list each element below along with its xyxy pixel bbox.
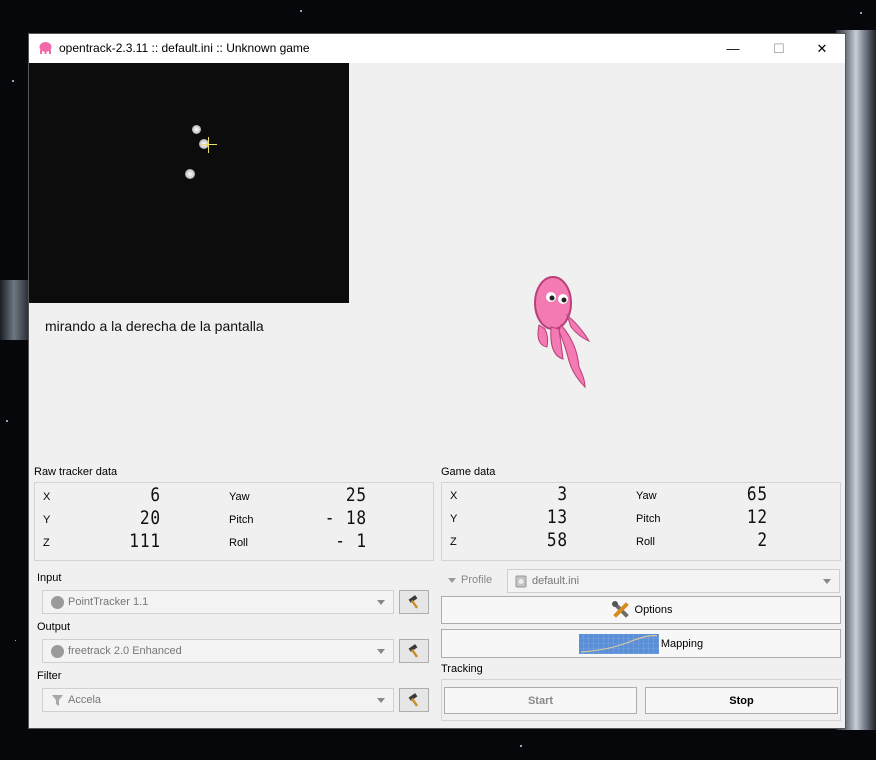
raw-yaw-label: Yaw [229, 491, 250, 503]
raw-roll-label: Roll [229, 537, 248, 549]
freetrack-icon [51, 644, 64, 658]
options-label: Options [634, 604, 673, 616]
game-pitch-label: Pitch [636, 513, 661, 525]
game-yaw-value: 65 [746, 483, 768, 505]
output-label: Output [37, 621, 71, 633]
mapping-curve-icon [578, 633, 659, 654]
minimize-button[interactable]: — [710, 34, 756, 63]
chevron-down-icon [823, 579, 831, 584]
profile-select[interactable]: default.ini [507, 569, 840, 593]
filter-label: Filter [37, 670, 62, 682]
maximize-button[interactable]: ☐ [756, 34, 802, 63]
close-button[interactable]: ✕ [799, 34, 845, 63]
filter-select[interactable]: Accela [42, 688, 394, 712]
camera-preview [29, 63, 349, 303]
input-settings-button[interactable] [399, 590, 429, 614]
output-settings-button[interactable] [399, 639, 429, 663]
output-select[interactable]: freetrack 2.0 Enhanced [42, 639, 394, 663]
options-button[interactable]: Options [441, 596, 841, 624]
mapping-button[interactable]: Mapping [441, 629, 841, 658]
caption-text: mirando a la derecha de la pantalla [45, 318, 264, 334]
game-y-value: 13 [546, 506, 568, 528]
crosshair [208, 137, 209, 153]
pointtracker-icon [51, 595, 64, 609]
mapping-label: Mapping [660, 637, 704, 650]
game-data-label: Game data [441, 466, 496, 478]
raw-y-label: Y [43, 514, 51, 526]
start-button[interactable]: Start [444, 687, 637, 714]
raw-x-value: 6 [150, 484, 161, 506]
tracking-point [192, 125, 201, 134]
game-data-panel: X 3 Y 13 Z 58 Yaw 65 Pitch 12 Roll 2 [441, 482, 841, 561]
raw-pitch-value: - 18 [324, 507, 367, 529]
document-icon [515, 575, 527, 587]
octopus-app-icon [39, 42, 52, 54]
raw-y-value: 20 [139, 507, 161, 529]
game-y-label: Y [450, 513, 458, 525]
game-x-label: X [450, 490, 458, 502]
filter-select-value: Accela [68, 694, 102, 706]
raw-yaw-value: 25 [345, 484, 367, 506]
game-z-value: 58 [546, 529, 568, 551]
profile-select-value: default.ini [532, 575, 580, 587]
hammer-icon [408, 595, 419, 609]
stop-button[interactable]: Stop [645, 687, 838, 714]
tools-icon [611, 601, 629, 618]
tracking-label: Tracking [441, 663, 483, 675]
octopus-mascot-icon [534, 276, 591, 389]
profile-label[interactable]: Profile [461, 574, 492, 586]
funnel-icon [52, 694, 63, 706]
input-select-value: PointTracker 1.1 [68, 596, 149, 608]
raw-tracker-panel: X 6 Y 20 Z 111 Yaw 25 Pitch - 18 Roll - … [34, 482, 434, 561]
profile-menu-arrow-icon[interactable] [448, 578, 456, 583]
filter-settings-button[interactable] [399, 688, 429, 712]
game-pitch-value: 12 [746, 506, 768, 528]
raw-z-label: Z [43, 537, 50, 549]
chevron-down-icon [377, 649, 385, 654]
hammer-icon [408, 693, 419, 707]
raw-x-label: X [43, 491, 51, 503]
crosshair [201, 144, 217, 145]
raw-roll-value: - 1 [335, 530, 367, 552]
game-roll-value: 2 [757, 529, 768, 551]
chevron-down-icon [377, 698, 385, 703]
window-title: opentrack-2.3.11 :: default.ini :: Unkno… [59, 41, 310, 55]
space-station-fragment [0, 280, 28, 340]
raw-z-value: 111 [129, 530, 161, 552]
hammer-icon [408, 644, 419, 658]
chevron-down-icon [377, 600, 385, 605]
input-label: Input [37, 572, 62, 584]
title-bar[interactable]: opentrack-2.3.11 :: default.ini :: Unkno… [29, 34, 845, 63]
tracking-point [185, 169, 195, 179]
game-roll-label: Roll [636, 536, 655, 548]
opentrack-window: opentrack-2.3.11 :: default.ini :: Unkno… [28, 33, 846, 729]
game-z-label: Z [450, 536, 457, 548]
game-yaw-label: Yaw [636, 490, 657, 502]
raw-pitch-label: Pitch [229, 514, 254, 526]
input-select[interactable]: PointTracker 1.1 [42, 590, 394, 614]
raw-tracker-label: Raw tracker data [34, 466, 118, 478]
game-x-value: 3 [557, 483, 568, 505]
output-select-value: freetrack 2.0 Enhanced [68, 645, 182, 657]
